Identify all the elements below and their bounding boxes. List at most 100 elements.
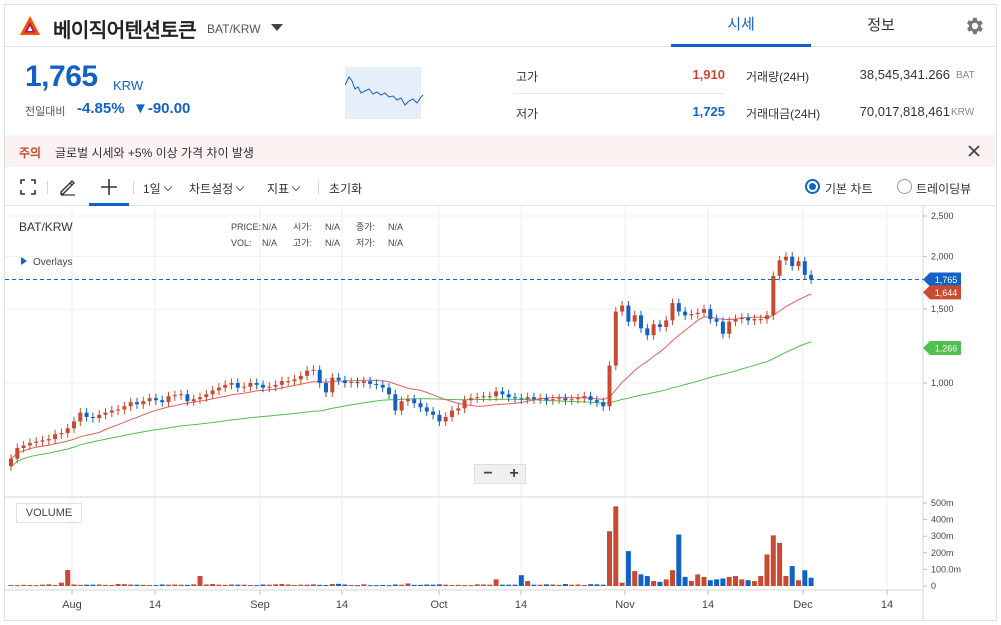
candle-body: [758, 319, 763, 321]
candle-body: [393, 394, 398, 411]
y-tick-label: 1,000: [931, 378, 954, 388]
y-tick-label: 2,500: [931, 211, 954, 221]
candle-body: [223, 384, 228, 388]
volume-bar: [481, 584, 486, 586]
gear-icon[interactable]: [963, 15, 985, 37]
candle-body: [27, 442, 32, 446]
candle-body: [166, 396, 171, 403]
volume-bar: [166, 584, 171, 586]
candle-body: [279, 381, 284, 385]
volume-bar: [103, 584, 108, 586]
candle-body: [494, 391, 499, 397]
candle-body: [588, 396, 593, 401]
candle-body: [405, 399, 410, 402]
pencil-icon[interactable]: [58, 177, 78, 197]
volume-bar: [739, 579, 745, 586]
candle-body: [65, 428, 70, 434]
candle-body: [513, 397, 517, 399]
volume-24h-unit: BAT: [956, 70, 975, 81]
close-icon[interactable]: [963, 140, 985, 162]
candle-body: [481, 396, 486, 398]
price-tag-ma_long: 1,266: [923, 341, 961, 356]
volume-bar: [392, 584, 398, 586]
candle-body: [286, 381, 291, 383]
volume-panel-title: VOLUME: [16, 503, 82, 523]
volume-tick-label: 100.0m: [931, 564, 961, 574]
candle-body: [809, 274, 814, 280]
candle-body: [349, 382, 354, 384]
indicators-select[interactable]: 지표: [267, 180, 301, 197]
price-chart[interactable]: Aug 14 Sep 14 Oct 14 Nov 14 Dec 14 2,500 2,000 1,500…: [5, 206, 996, 620]
volume-bar: [600, 584, 606, 586]
header: 베이직어텐션토큰 BAT/KRW 시세 정보: [5, 5, 996, 47]
candle-body: [802, 261, 807, 275]
basic-chart-label[interactable]: 기본 차트: [825, 180, 873, 197]
volume-bar: [229, 584, 234, 586]
zoom-in-button[interactable]: +: [501, 465, 527, 485]
interval-select[interactable]: 1일: [143, 180, 172, 197]
coin-select-chevron-down-icon[interactable]: [271, 24, 283, 31]
candle-body: [550, 399, 555, 401]
volume-bar: [745, 580, 751, 586]
volume-bar: [676, 534, 682, 586]
candle-body: [733, 319, 738, 322]
volume-bar: [751, 581, 757, 586]
candle-body: [324, 383, 328, 393]
candle-body: [783, 256, 788, 261]
basic-chart-radio[interactable]: [805, 179, 820, 194]
volume-bar: [65, 570, 71, 586]
volume-bar: [52, 585, 58, 587]
overlays-toggle[interactable]: Overlays: [21, 257, 72, 268]
volume-bar: [808, 577, 814, 586]
chart-settings-select[interactable]: 차트설정: [189, 180, 245, 197]
volume-bar: [317, 584, 323, 586]
volume-bar: [594, 584, 600, 586]
fullscreen-icon[interactable]: [18, 177, 38, 197]
candle-body: [210, 390, 215, 395]
candle-body: [292, 379, 297, 382]
trading-view-radio[interactable]: [897, 179, 912, 194]
y-tick-label: 2,000: [931, 252, 954, 262]
high-label: 고가: [516, 70, 539, 84]
volume-bar: [159, 584, 165, 586]
candle-body: [191, 399, 196, 402]
volume-bar: [140, 584, 146, 586]
volume-bar: [430, 584, 436, 586]
zoom-out-button[interactable]: −: [475, 465, 501, 485]
volume-bar: [644, 576, 650, 586]
volume-bar: [310, 584, 316, 586]
volume-bar: [688, 581, 694, 586]
candle-body: [418, 403, 423, 408]
current-price: 1,765: [25, 60, 98, 93]
tab-quote[interactable]: 시세: [671, 5, 811, 47]
reset-button[interactable]: 초기화: [329, 180, 362, 197]
volume-bar: [361, 584, 367, 586]
toolbar-divider: [47, 181, 48, 194]
legend-vol-label: VOL:: [231, 238, 252, 248]
candle-body: [97, 414, 102, 419]
candle-body: [267, 386, 272, 388]
tab-info[interactable]: 정보: [811, 5, 951, 47]
volume-bar: [323, 585, 329, 587]
price-tag-label: 1,266: [935, 344, 958, 354]
x-tick-label: Nov: [615, 599, 635, 611]
volume-bar: [58, 582, 64, 586]
candle-body: [576, 398, 580, 400]
candle-body: [500, 391, 505, 395]
volume-bar: [777, 542, 783, 586]
x-tick-label: Dec: [793, 599, 813, 611]
crosshair-tool[interactable]: [89, 168, 129, 206]
candle-body: [739, 317, 744, 320]
volume-bar: [701, 576, 707, 586]
trading-view-label[interactable]: 트레이딩뷰: [916, 180, 971, 197]
volume-bar: [537, 584, 543, 586]
volume-bar: [96, 584, 102, 586]
x-tick-label: 14: [149, 599, 161, 611]
candle-body: [204, 394, 209, 398]
volume-bar: [707, 580, 713, 586]
volume-bar: [178, 584, 184, 586]
candle-body: [746, 317, 751, 321]
legend-close-label: 종가:: [356, 222, 376, 232]
candle-body: [531, 397, 536, 400]
volume-bar: [355, 585, 360, 587]
